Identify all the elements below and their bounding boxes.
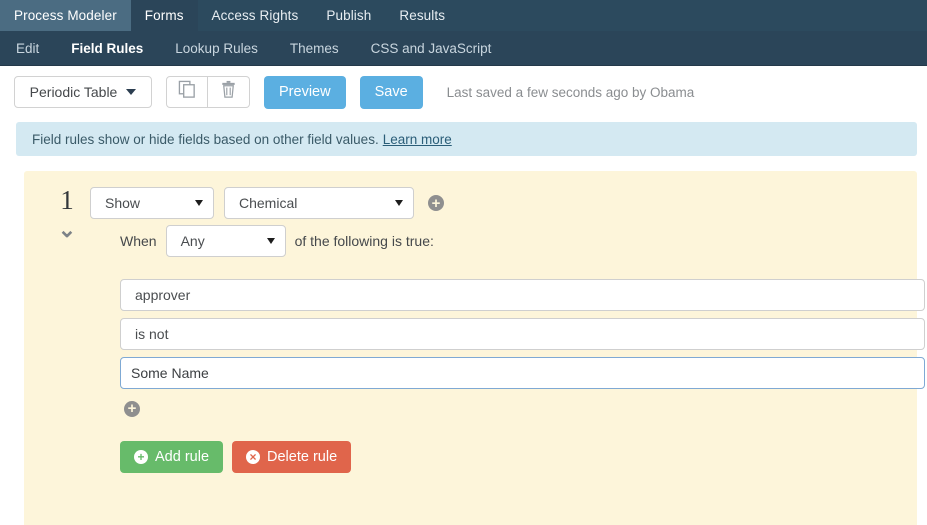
- rule-target-field-value: Chemical: [239, 195, 298, 211]
- condition-row: approver is not: [120, 279, 925, 389]
- nav-tab-publish[interactable]: Publish: [312, 0, 385, 31]
- when-prefix-label: When: [120, 233, 157, 249]
- chevron-down-icon: [395, 200, 403, 206]
- nav-tab-label: Process Modeler: [14, 8, 117, 23]
- chevron-down-icon[interactable]: ⌄: [50, 219, 84, 241]
- copy-form-button[interactable]: [166, 76, 208, 108]
- field-rule-panel: 1 ⌄ Show Chemical + When Any of the foll…: [24, 171, 925, 525]
- add-condition-button[interactable]: +: [124, 400, 140, 417]
- rule-match-row: When Any of the following is true:: [24, 225, 917, 257]
- trash-icon: [219, 80, 238, 104]
- chevron-down-icon: [195, 200, 203, 206]
- chevron-down-icon: [266, 238, 275, 244]
- copy-icon: [178, 80, 197, 104]
- subnav-item-label: Field Rules: [71, 40, 144, 56]
- last-saved-status: Last saved a few seconds ago by Obama: [446, 84, 695, 100]
- subnav-item-themes[interactable]: Themes: [274, 31, 355, 65]
- secondary-navigation: Edit Field Rules Lookup Rules Themes CSS…: [0, 31, 927, 66]
- nav-tab-process-modeler[interactable]: Process Modeler: [0, 0, 131, 31]
- add-rule-button[interactable]: + Add rule: [120, 441, 224, 473]
- nav-tab-label: Forms: [144, 8, 184, 23]
- nav-tab-forms[interactable]: Forms: [130, 0, 198, 31]
- add-condition-row: +: [124, 400, 917, 418]
- subnav-item-label: Themes: [289, 40, 339, 56]
- toolbar-icon-button-group: [166, 76, 250, 108]
- chevron-down-icon: [126, 89, 137, 95]
- subnav-item-field-rules[interactable]: Field Rules: [55, 31, 159, 65]
- condition-operator-value: is not: [135, 326, 169, 342]
- learn-more-link[interactable]: Learn more: [383, 132, 452, 147]
- when-suffix-label: of the following is true:: [294, 233, 434, 249]
- subnav-item-css-and-javascript[interactable]: CSS and JavaScript: [355, 31, 508, 65]
- delete-form-button[interactable]: [208, 76, 250, 108]
- rule-action-value: Show: [105, 195, 141, 211]
- nav-tab-label: Results: [399, 8, 446, 23]
- nav-tab-label: Access Rights: [211, 8, 299, 23]
- plus-circle-icon: +: [134, 450, 148, 464]
- add-rule-label: Add rule: [155, 449, 210, 465]
- rule-action-buttons: + Add rule × Delete rule: [24, 441, 917, 473]
- add-target-field-button[interactable]: +: [428, 195, 444, 211]
- rule-number: 1: [60, 185, 74, 215]
- nav-tab-label: Publish: [326, 8, 372, 23]
- x-circle-icon: ×: [246, 450, 261, 464]
- subnav-item-lookup-rules[interactable]: Lookup Rules: [159, 31, 274, 65]
- info-banner: Field rules show or hide fields based on…: [16, 122, 917, 156]
- subnav-item-edit[interactable]: Edit: [0, 31, 55, 65]
- delete-rule-label: Delete rule: [267, 449, 338, 465]
- condition-list: approver is not +: [24, 279, 925, 418]
- condition-value-input[interactable]: [120, 357, 925, 389]
- nav-tab-results[interactable]: Results: [385, 0, 459, 31]
- primary-navigation: Process Modeler Forms Access Rights Publ…: [0, 0, 927, 31]
- form-toolbar: Periodic Table Preview Save Last saved a…: [0, 66, 927, 118]
- nav-tab-access-rights[interactable]: Access Rights: [198, 0, 313, 31]
- info-banner-text: Field rules show or hide fields based on…: [32, 131, 379, 147]
- condition-field-select[interactable]: approver: [120, 279, 925, 311]
- rule-target-field-select[interactable]: Chemical: [224, 187, 414, 219]
- rule-action-select[interactable]: Show: [90, 187, 214, 219]
- rule-match-select[interactable]: Any: [165, 225, 286, 257]
- condition-field-value: approver: [135, 287, 191, 303]
- form-selector-dropdown[interactable]: Periodic Table: [14, 76, 152, 108]
- delete-rule-button[interactable]: × Delete rule: [232, 441, 352, 473]
- condition-operator-select[interactable]: is not: [120, 318, 925, 350]
- rule-match-value: Any: [180, 233, 205, 249]
- save-button[interactable]: Save: [359, 75, 423, 109]
- rule-action-row: Show Chemical +: [84, 185, 444, 219]
- preview-button[interactable]: Preview: [264, 75, 346, 109]
- subnav-item-label: Edit: [16, 40, 40, 56]
- rule-index-column: 1 ⌄: [50, 185, 84, 241]
- subnav-item-label: Lookup Rules: [175, 40, 258, 56]
- subnav-item-label: CSS and JavaScript: [370, 40, 492, 56]
- form-selector-value: Periodic Table: [29, 84, 118, 100]
